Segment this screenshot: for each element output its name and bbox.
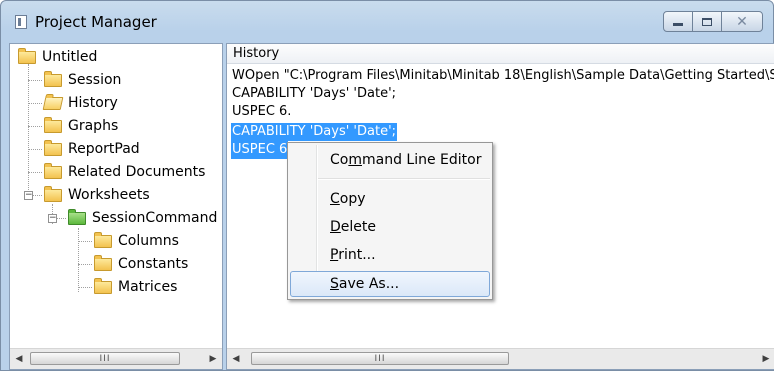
folder-icon <box>94 254 112 271</box>
tree-item-graphs[interactable]: Graphs <box>44 116 118 136</box>
scrollbar-thumb[interactable]: III <box>251 352 509 365</box>
project-tree: Untitled Session History Graphs ReportPa… <box>10 44 222 347</box>
history-line-selected[interactable]: USPEC 6 <box>231 141 289 159</box>
tree-item-label: SessionCommand <box>92 210 218 226</box>
tree-item-constants[interactable]: Constants <box>94 254 188 274</box>
tree-item-reportpad[interactable]: ReportPad <box>44 139 140 159</box>
history-line[interactable]: WOpen "C:\Program Files\Minitab\Minitab … <box>232 67 774 85</box>
tree-item-label: Graphs <box>68 118 119 134</box>
tree-item-label: Constants <box>118 256 189 272</box>
collapse-worksheets-toggle[interactable]: − <box>24 191 33 200</box>
tree-item-history[interactable]: History <box>42 93 118 113</box>
folder-icon <box>18 47 36 64</box>
folder-icon <box>44 116 62 133</box>
tree-item-related-documents[interactable]: Related Documents <box>44 162 205 182</box>
menu-item-print[interactable]: Print... <box>290 242 490 268</box>
scroll-left-arrow-icon[interactable]: ◀ <box>227 349 245 369</box>
title-bar[interactable]: Project Manager ✕ <box>1 1 773 37</box>
worksheet-icon <box>68 208 86 225</box>
tree-item-columns[interactable]: Columns <box>94 231 179 251</box>
minimize-button[interactable] <box>663 11 693 32</box>
collapse-sessioncommand-toggle[interactable]: − <box>48 214 57 223</box>
open-folder-icon <box>42 96 64 110</box>
tree-item-worksheets[interactable]: Worksheets <box>44 185 150 205</box>
tree-item-label: Untitled <box>42 49 98 65</box>
history-line-selected[interactable]: CAPABILITY 'Days' 'Date'; <box>231 123 398 141</box>
tree-horizontal-scrollbar[interactable]: ◀ III ▶ <box>10 348 222 369</box>
history-header: History <box>227 44 774 64</box>
history-line[interactable]: USPEC 6. <box>232 103 291 121</box>
minimize-icon <box>673 23 683 26</box>
menu-item-command-line-editor[interactable]: Command Line Editor <box>290 147 490 173</box>
menu-separator <box>318 178 490 180</box>
folder-icon <box>94 231 112 248</box>
folder-icon <box>44 185 62 202</box>
history-line[interactable]: CAPABILITY 'Days' 'Date'; <box>232 85 396 103</box>
context-menu: Command Line Editor Copy Delete Print...… <box>287 142 493 300</box>
folder-icon <box>94 277 112 294</box>
tree-item-session[interactable]: Session <box>44 70 121 90</box>
tree-item-label: ReportPad <box>68 141 140 157</box>
tree-item-matrices[interactable]: Matrices <box>94 277 177 297</box>
close-button[interactable]: ✕ <box>721 11 763 32</box>
menu-item-copy[interactable]: Copy <box>290 186 490 212</box>
window-app-icon <box>15 15 27 29</box>
folder-icon <box>44 70 62 87</box>
history-horizontal-scrollbar[interactable]: ◀ III ▶ <box>227 348 774 369</box>
tree-item-label: Related Documents <box>68 164 206 180</box>
scroll-right-arrow-icon[interactable]: ▶ <box>757 349 774 369</box>
maximize-icon <box>702 17 712 26</box>
folder-icon <box>44 162 62 179</box>
window-title: Project Manager <box>35 13 157 31</box>
tree-item-label: Matrices <box>118 279 178 295</box>
project-manager-window: Project Manager ✕ Untitled Session Histo… <box>0 0 774 371</box>
maximize-button[interactable] <box>692 11 722 32</box>
project-tree-pane: Untitled Session History Graphs ReportPa… <box>9 43 223 370</box>
tree-item-label: Session <box>68 72 122 88</box>
scroll-right-arrow-icon[interactable]: ▶ <box>204 349 222 369</box>
tree-item-label: Columns <box>118 233 179 249</box>
scroll-left-arrow-icon[interactable]: ◀ <box>10 349 28 369</box>
menu-item-save-as[interactable]: Save As... <box>290 271 490 297</box>
menu-item-delete[interactable]: Delete <box>290 214 490 240</box>
tree-item-label: Worksheets <box>68 187 150 203</box>
folder-icon <box>44 139 62 156</box>
tree-item-label: History <box>68 95 118 111</box>
caption-buttons: ✕ <box>663 11 763 33</box>
scrollbar-thumb[interactable]: III <box>30 352 180 365</box>
tree-item-untitled[interactable]: Untitled <box>18 47 97 67</box>
close-icon: ✕ <box>736 13 748 30</box>
tree-item-sessioncommand[interactable]: SessionCommand <box>68 208 217 228</box>
